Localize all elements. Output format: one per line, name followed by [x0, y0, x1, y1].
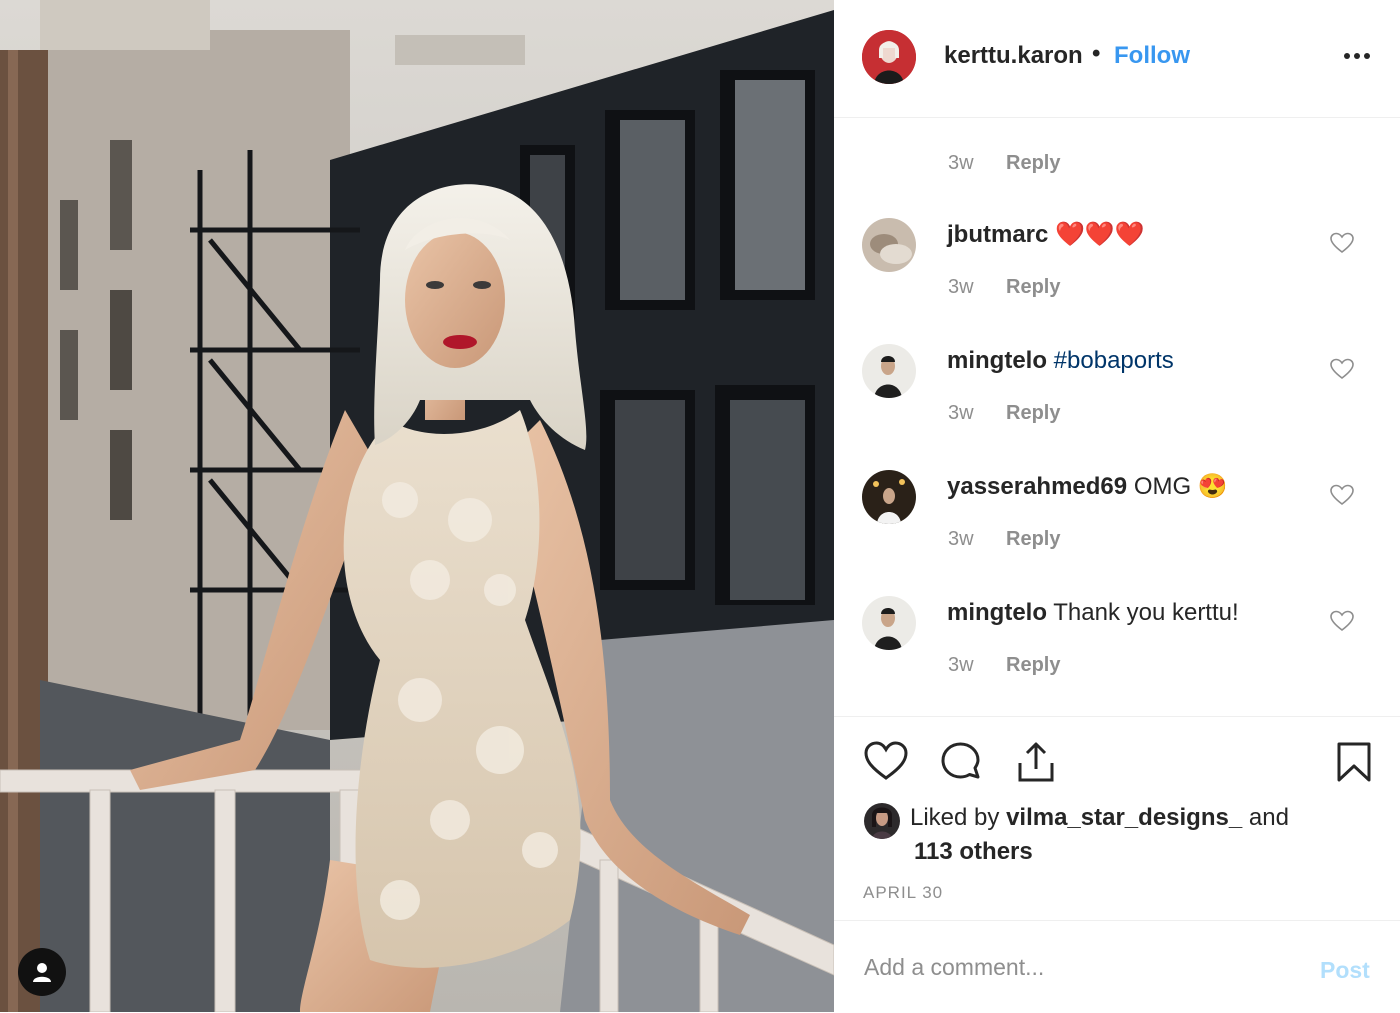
share-upload-icon [1018, 742, 1054, 782]
save-button[interactable] [1336, 741, 1372, 788]
commenter-username[interactable]: yasserahmed69 [947, 473, 1127, 500]
liker-avatar-image [864, 803, 900, 839]
heart-icon [864, 741, 908, 780]
header-separator: • [1092, 40, 1101, 67]
commenter-avatar-image [862, 218, 916, 272]
author-avatar[interactable] [862, 30, 916, 84]
share-button[interactable] [1016, 741, 1056, 788]
add-comment-input[interactable] [864, 947, 1284, 987]
user-tag-button[interactable] [18, 948, 66, 996]
comment-body: Thank you kerttu! [1053, 599, 1239, 626]
bookmark-icon [1337, 742, 1371, 782]
comment-time: 3w [948, 276, 974, 298]
reply-button[interactable]: Reply [1006, 152, 1060, 175]
comment-button[interactable] [940, 741, 982, 788]
like-comment-button[interactable] [1330, 610, 1354, 632]
commenter-username[interactable]: mingtelo [947, 347, 1047, 374]
comment-body: OMG 😍 [1133, 473, 1228, 500]
heart-outline-icon [1330, 484, 1354, 506]
comment-text: mingtelo #bobaports [947, 346, 1174, 376]
liker-avatar[interactable] [864, 803, 900, 839]
comment-item: mingtelo #bobaports 3w Reply [834, 344, 1400, 470]
reply-button[interactable]: Reply [1006, 528, 1060, 551]
commenter-avatar-image [862, 470, 916, 524]
likes-prefix: Liked by [910, 804, 1000, 831]
reply-button[interactable]: Reply [1006, 276, 1060, 299]
post-comment-button[interactable]: Post [1320, 957, 1370, 984]
commenter-avatar[interactable] [862, 596, 916, 650]
more-horizontal-icon [1344, 53, 1370, 59]
liker-username[interactable]: vilma_star_designs_ [1006, 804, 1242, 831]
post-header: kerttu.karon • Follow [834, 0, 1400, 118]
author-username[interactable]: kerttu.karon [944, 42, 1083, 70]
comment-composer: Post [834, 920, 1400, 1013]
commenter-avatar-image [862, 596, 916, 650]
heart-outline-icon [1330, 610, 1354, 632]
commenter-username[interactable]: jbutmarc [947, 221, 1048, 248]
cut-off-emoji-row [946, 118, 1056, 124]
reply-button[interactable]: Reply [1006, 654, 1060, 677]
cut-off-comment-text [946, 118, 1056, 124]
comment-item: mingtelo Thank you kerttu! 3w Reply [834, 596, 1400, 716]
post-photo-illustration [0, 0, 834, 1012]
comment-bubble-icon [941, 742, 980, 779]
like-comment-button[interactable] [1330, 484, 1354, 506]
reply-button[interactable]: Reply [1006, 402, 1060, 425]
person-icon [33, 963, 51, 982]
commenter-avatar[interactable] [862, 344, 916, 398]
comment-text: yasserahmed69 OMG 😍 [947, 472, 1228, 502]
likes-and: and [1248, 804, 1289, 831]
commenter-username[interactable]: mingtelo [947, 599, 1047, 626]
comment-text: jbutmarc ❤️❤️❤️ [947, 220, 1145, 250]
comments-list[interactable]: 3w Reply jbutmarc ❤️❤️❤️ 3w Reply mingte… [834, 118, 1400, 716]
more-options-button[interactable] [1342, 44, 1372, 68]
commenter-avatar[interactable] [862, 470, 916, 524]
likes-others-button[interactable]: 113 others [914, 838, 1033, 865]
comment-time: 3w [948, 528, 974, 550]
heart-outline-icon [1330, 358, 1354, 380]
comment-time: 3w [948, 152, 974, 174]
post-actions: Liked by vilma_star_designs_ and 113 oth… [834, 716, 1400, 921]
post-date[interactable]: APRIL 30 [863, 883, 943, 903]
comment-item: yasserahmed69 OMG 😍 3w Reply [834, 470, 1400, 596]
follow-button[interactable]: Follow [1114, 42, 1190, 70]
author-avatar-image [862, 30, 916, 84]
post-photo[interactable] [0, 0, 834, 1012]
comment-time: 3w [948, 654, 974, 676]
like-button[interactable] [864, 741, 908, 786]
like-comment-button[interactable] [1330, 358, 1354, 380]
likes-summary: Liked by vilma_star_designs_ and 113 oth… [910, 801, 1289, 869]
heart-outline-icon [1330, 232, 1354, 254]
like-comment-button[interactable] [1330, 232, 1354, 254]
commenter-avatar[interactable] [862, 218, 916, 272]
comment-text: mingtelo Thank you kerttu! [947, 598, 1239, 628]
post-side-panel: kerttu.karon • Follow 3w Reply jbutmarc … [834, 0, 1400, 1012]
commenter-avatar-image [862, 344, 916, 398]
comment-time: 3w [948, 402, 974, 424]
comment-body: ❤️❤️❤️ [1055, 221, 1145, 248]
comment-item: jbutmarc ❤️❤️❤️ 3w Reply [834, 218, 1400, 344]
hashtag-link[interactable]: #bobaports [1054, 347, 1174, 374]
